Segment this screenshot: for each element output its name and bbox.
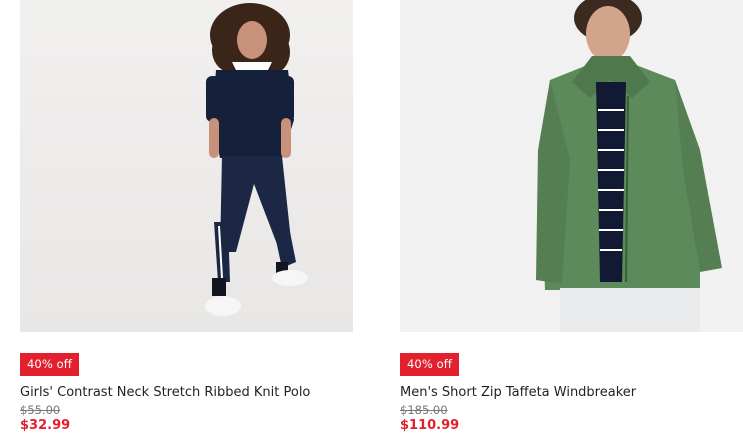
sale-price: $110.99 bbox=[400, 418, 460, 433]
product-card[interactable]: 40% off Men's Short Zip Taffeta Windbrea… bbox=[400, 0, 743, 434]
product-name[interactable]: Men's Short Zip Taffeta Windbreaker bbox=[400, 385, 743, 401]
product-name[interactable]: Girls' Contrast Neck Stretch Ribbed Knit… bbox=[20, 385, 354, 401]
discount-badge: 40% off bbox=[400, 353, 460, 376]
original-price: $185.00 bbox=[400, 403, 448, 417]
product-image[interactable] bbox=[20, 0, 353, 332]
original-price: $55.00 bbox=[20, 403, 61, 417]
man-green-windbreaker-photo bbox=[400, 0, 743, 332]
discount-badge: 40% off bbox=[20, 353, 80, 376]
product-grid: 40% off Girls' Contrast Neck Stretch Rib… bbox=[0, 0, 743, 434]
product-card[interactable]: 40% off Girls' Contrast Neck Stretch Rib… bbox=[20, 0, 354, 434]
product-image[interactable] bbox=[400, 0, 743, 332]
girl-navy-polo-photo bbox=[20, 0, 353, 332]
sale-price: $32.99 bbox=[20, 418, 71, 433]
